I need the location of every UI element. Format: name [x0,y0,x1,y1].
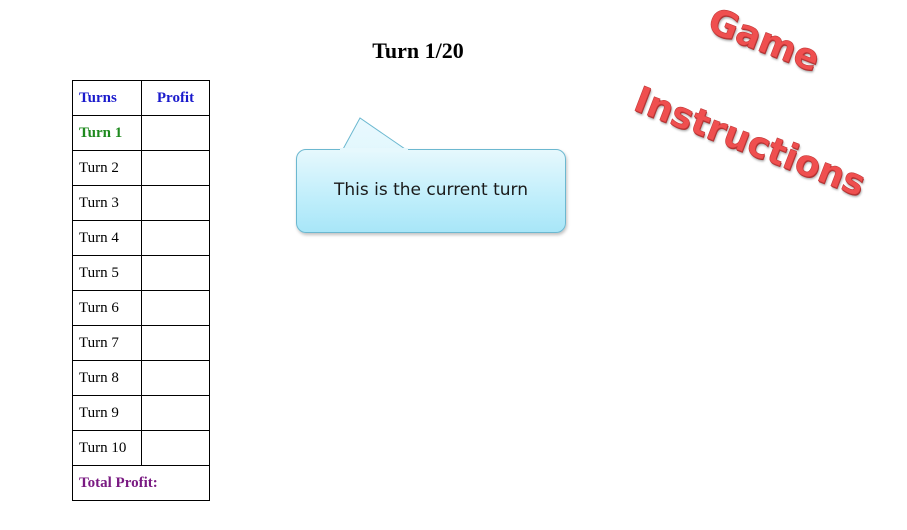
turn-label: Turn 2 [72,150,142,186]
table-row: Turn 6 [72,290,210,326]
profit-cell [141,360,210,396]
turn-label: Turn 7 [72,325,142,361]
profit-cell [141,150,210,186]
profit-cell [141,115,210,151]
turn-label: Turn 4 [72,220,142,256]
table-row: Turn 7 [72,325,210,361]
header-profit: Profit [141,80,210,116]
turn-label: Turn 5 [72,255,142,291]
table-row: Turn 4 [72,220,210,256]
turn-label: Turn 9 [72,395,142,431]
profit-cell [141,220,210,256]
table-row: Turn 2 [72,150,210,186]
profit-cell [141,255,210,291]
callout-pointer [341,117,409,151]
table-row: Turn 9 [72,395,210,431]
turn-label: Turn 3 [72,185,142,221]
table-row: Turn 8 [72,360,210,396]
tutorial-callout: This is the current turn [296,149,566,233]
total-profit-label: Total Profit: [72,465,210,501]
table-row: Turn 5 [72,255,210,291]
game-instructions-button[interactable]: Game Instructions [628,0,890,205]
turn-counter: Turn 1/20 [372,38,464,63]
table-total-row: Total Profit: [72,465,210,501]
profit-table: Turns Profit Turn 1 Turn 2 Turn 3 Turn 4… [72,80,210,501]
callout-pointer-join [340,148,408,152]
turn-label: Turn 8 [72,360,142,396]
table-row: Turn 10 [72,430,210,466]
profit-cell [141,430,210,466]
table-header-row: Turns Profit [72,80,210,116]
profit-cell [141,185,210,221]
instructions-word-instructions: Instructions [628,79,871,205]
profit-cell [141,395,210,431]
table-row: Turn 1 [72,115,210,151]
instructions-word-game: Game [702,0,826,81]
profit-cell [141,290,210,326]
profit-cell [141,325,210,361]
turn-label: Turn 6 [72,290,142,326]
header-turns: Turns [72,80,142,116]
callout-text: This is the current turn [333,180,529,200]
table-row: Turn 3 [72,185,210,221]
turn-label: Turn 10 [72,430,142,466]
turn-label-current: Turn 1 [72,115,142,151]
